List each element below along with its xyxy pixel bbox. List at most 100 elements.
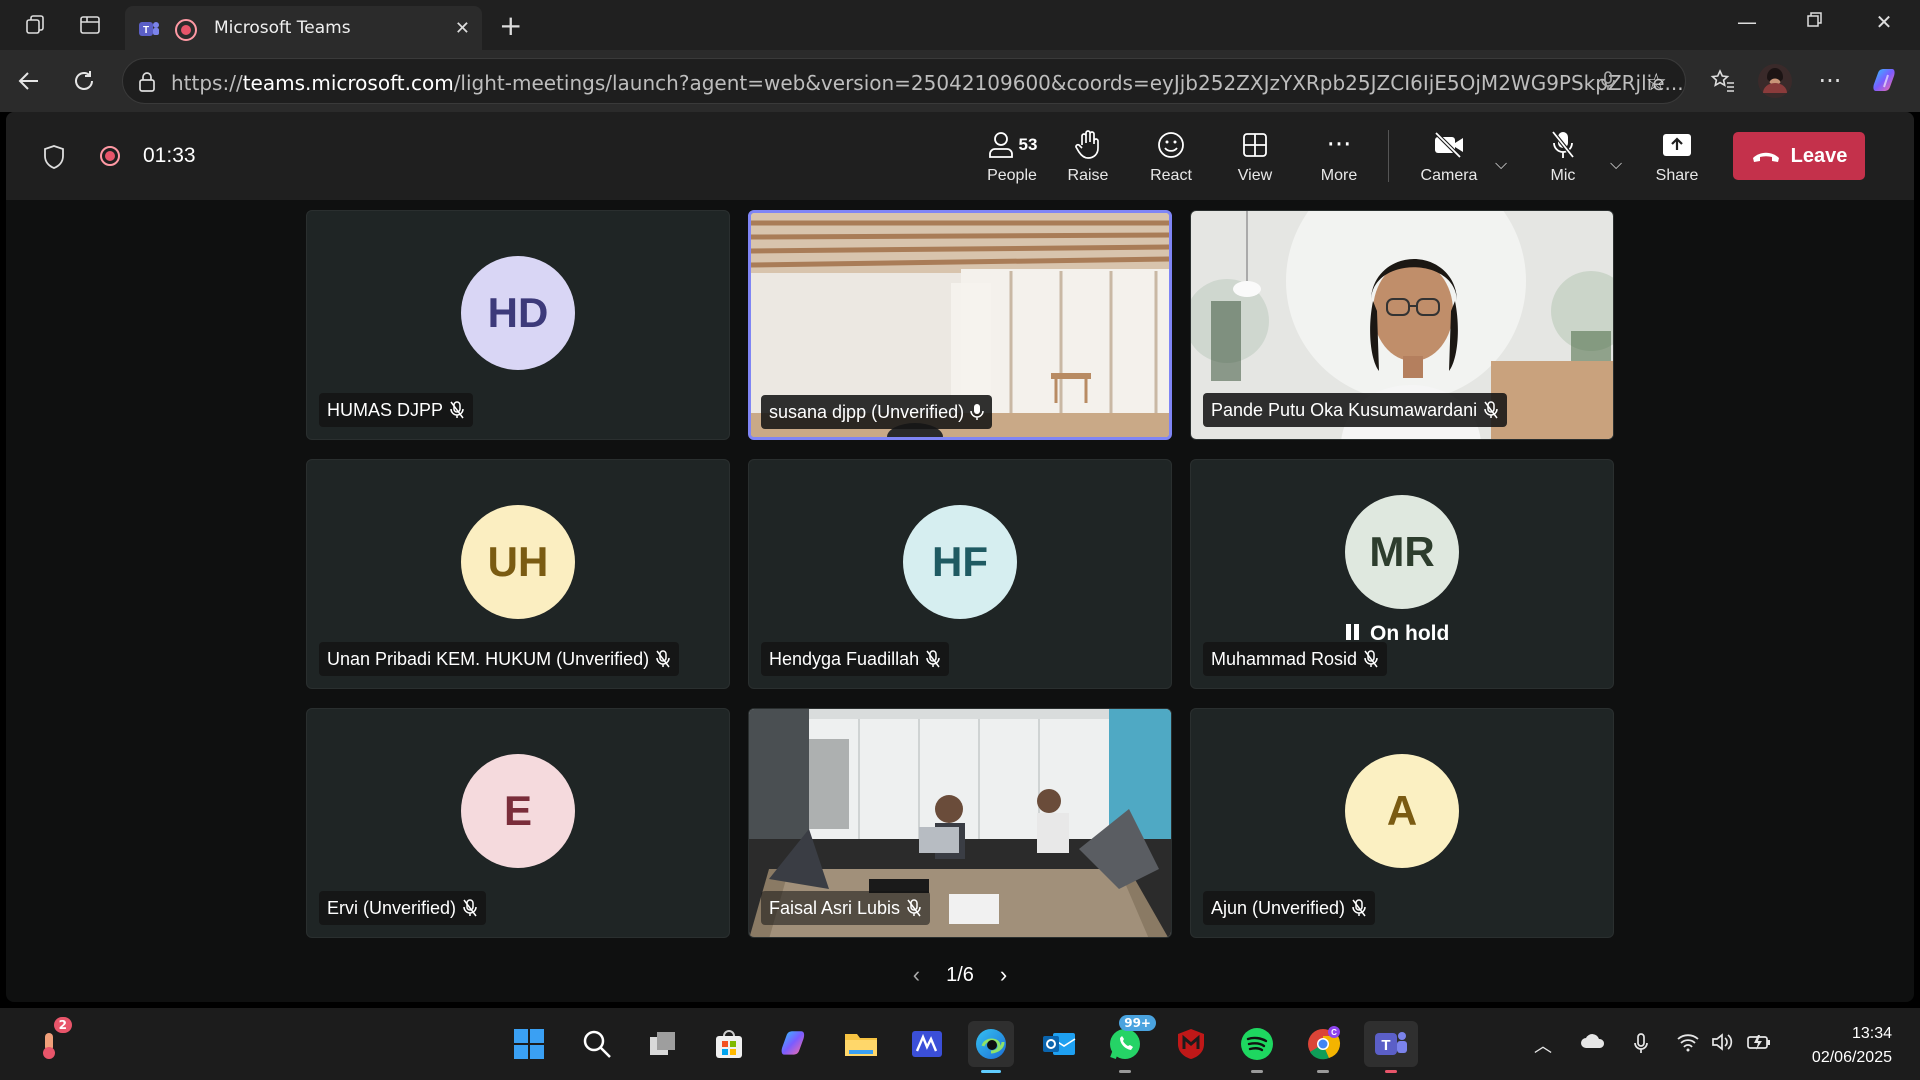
close-tab-icon[interactable]: ✕ xyxy=(455,18,470,39)
start-button[interactable] xyxy=(506,1021,552,1067)
raise-hand-button[interactable]: Raise xyxy=(1051,126,1125,192)
whatsapp-badge: 99+ xyxy=(1119,1015,1156,1031)
more-button[interactable]: ··· More xyxy=(1302,126,1376,192)
react-label: React xyxy=(1150,167,1192,184)
mic-options-chevron-icon[interactable]: ⌵ xyxy=(1610,154,1622,174)
clock-date: 02/06/2025 xyxy=(1811,1049,1892,1066)
participant-tile[interactable]: Faisal Asri Lubis xyxy=(748,708,1172,938)
battery-charging-icon[interactable] xyxy=(1746,1032,1772,1056)
chrome-app[interactable]: C xyxy=(1300,1021,1346,1073)
shield-icon[interactable] xyxy=(42,144,66,174)
task-view-button[interactable] xyxy=(640,1021,686,1067)
back-icon[interactable] xyxy=(12,64,46,98)
file-explorer-app[interactable] xyxy=(838,1021,884,1067)
refresh-icon[interactable] xyxy=(67,64,101,98)
workspaces-icon[interactable] xyxy=(22,11,50,39)
participant-name: Muhammad Rosid xyxy=(1211,648,1358,669)
minimize-icon[interactable]: — xyxy=(1727,10,1767,34)
previous-page-icon[interactable]: ‹ xyxy=(913,962,920,988)
weather-widget[interactable]: 2 xyxy=(26,1017,72,1067)
svg-text:T: T xyxy=(143,25,149,36)
restore-icon[interactable] xyxy=(1795,10,1835,34)
participant-name: Faisal Asri Lubis xyxy=(769,897,901,918)
participant-tile[interactable]: E Ervi (Unverified) xyxy=(306,708,730,938)
leave-label: Leave xyxy=(1790,144,1848,167)
mic-muted-icon xyxy=(450,401,464,419)
windows-taskbar: 2 99+ C T ︿ 13:34 02/06/2025 xyxy=(0,1008,1920,1080)
volume-icon[interactable] xyxy=(1710,1032,1734,1056)
system-clock[interactable]: 13:34 02/06/2025 xyxy=(1812,1022,1892,1070)
participant-tile-on-hold[interactable]: MR On hold Muhammad Rosid xyxy=(1190,459,1614,689)
copilot-icon[interactable] xyxy=(1867,64,1905,98)
participant-name: Hendyga Fuadillah xyxy=(769,648,920,669)
participant-tile[interactable]: Pande Putu Oka Kusumawardani xyxy=(1190,210,1614,440)
mcafee-shield-icon xyxy=(1178,1029,1204,1059)
mic-button[interactable]: Mic xyxy=(1526,126,1600,192)
folder-icon xyxy=(845,1034,877,1056)
copilot-app[interactable] xyxy=(772,1021,818,1067)
browser-tab-teams[interactable]: T Microsoft Teams ✕ xyxy=(125,6,482,50)
address-bar[interactable]: https://teams.microsoft.com/light-meetin… xyxy=(122,58,1686,104)
tab-actions-icon[interactable] xyxy=(76,11,104,39)
participant-tile[interactable]: HD HUMAS DJPP xyxy=(306,210,730,440)
url-text[interactable]: https://teams.microsoft.com/light-meetin… xyxy=(171,71,1691,95)
mic-muted-icon xyxy=(656,650,670,668)
new-tab-button[interactable]: + xyxy=(499,9,522,42)
participant-tile-active[interactable]: susana djpp (Unverified) xyxy=(748,210,1172,440)
settings-more-icon[interactable]: ··· xyxy=(1813,64,1847,98)
camera-button[interactable]: Camera xyxy=(1412,126,1486,192)
react-button[interactable]: React xyxy=(1134,126,1208,192)
wifi-icon[interactable] xyxy=(1676,1032,1700,1056)
participant-name-tag: Ervi (Unverified) xyxy=(319,891,487,925)
participant-name-tag: Hendyga Fuadillah xyxy=(761,642,950,676)
camera-options-chevron-icon[interactable]: ⌵ xyxy=(1495,154,1507,174)
lock-icon[interactable] xyxy=(137,71,157,97)
favorite-star-icon[interactable]: ☆ xyxy=(1645,68,1667,96)
close-window-icon[interactable]: ✕ xyxy=(1864,10,1904,34)
participant-tile[interactable]: A Ajun (Unverified) xyxy=(1190,708,1614,938)
profile-avatar[interactable] xyxy=(1756,64,1794,98)
mic-muted-icon xyxy=(907,899,921,917)
show-hidden-icons-icon[interactable]: ︿ xyxy=(1534,1032,1552,1058)
browser-tab-bar: T Microsoft Teams ✕ + — ✕ xyxy=(0,0,1920,50)
meeting-toolbar: 01:33 53 People Raise React View ··· Mor… xyxy=(6,112,1914,200)
mic-label: Mic xyxy=(1550,167,1576,184)
mic-muted-icon xyxy=(1484,401,1498,419)
search-button[interactable] xyxy=(574,1021,620,1067)
participant-tile[interactable]: HF Hendyga Fuadillah xyxy=(748,459,1172,689)
leave-button[interactable]: Leave xyxy=(1733,132,1865,180)
teams-app[interactable]: T xyxy=(1364,1021,1418,1073)
people-count: 53 xyxy=(1018,135,1038,154)
participant-tile[interactable]: UH Unan Pribadi KEM. HUKUM (Unverified) xyxy=(306,459,730,689)
favorites-icon[interactable] xyxy=(1706,64,1740,98)
edge-app[interactable] xyxy=(968,1021,1014,1073)
onedrive-icon[interactable] xyxy=(1580,1032,1606,1054)
recording-indicator-icon xyxy=(100,146,120,166)
edge-icon xyxy=(976,1029,1006,1059)
spotify-app[interactable] xyxy=(1234,1021,1280,1073)
participant-name: Ervi (Unverified) xyxy=(327,897,457,918)
running-indicator xyxy=(1119,1070,1131,1073)
clock-time: 13:34 xyxy=(1851,1025,1892,1042)
chrome-icon: C xyxy=(1308,1026,1341,1060)
share-label: Share xyxy=(1655,167,1699,184)
running-indicator xyxy=(1317,1070,1329,1073)
teams-icon: T xyxy=(137,17,161,45)
mcafee-app[interactable] xyxy=(1168,1021,1214,1067)
share-button[interactable]: Share xyxy=(1640,126,1714,192)
whiteboard-app[interactable] xyxy=(904,1021,950,1067)
mic-on-icon xyxy=(970,404,984,420)
participant-name: susana djpp (Unverified) xyxy=(769,401,965,422)
view-button[interactable]: View xyxy=(1218,126,1292,192)
store-app[interactable] xyxy=(706,1021,752,1067)
participant-name: Ajun (Unverified) xyxy=(1211,897,1346,918)
voice-search-icon[interactable] xyxy=(1599,70,1617,96)
avatar: MR xyxy=(1345,495,1459,609)
next-page-icon[interactable]: › xyxy=(1000,962,1007,988)
microphone-tray-icon[interactable] xyxy=(1632,1032,1650,1060)
people-button[interactable]: 53 People xyxy=(967,126,1057,192)
spotify-icon xyxy=(1241,1028,1273,1060)
outlook-app[interactable] xyxy=(1036,1021,1082,1067)
whatsapp-app[interactable]: 99+ xyxy=(1102,1015,1156,1073)
people-icon xyxy=(988,132,1013,158)
